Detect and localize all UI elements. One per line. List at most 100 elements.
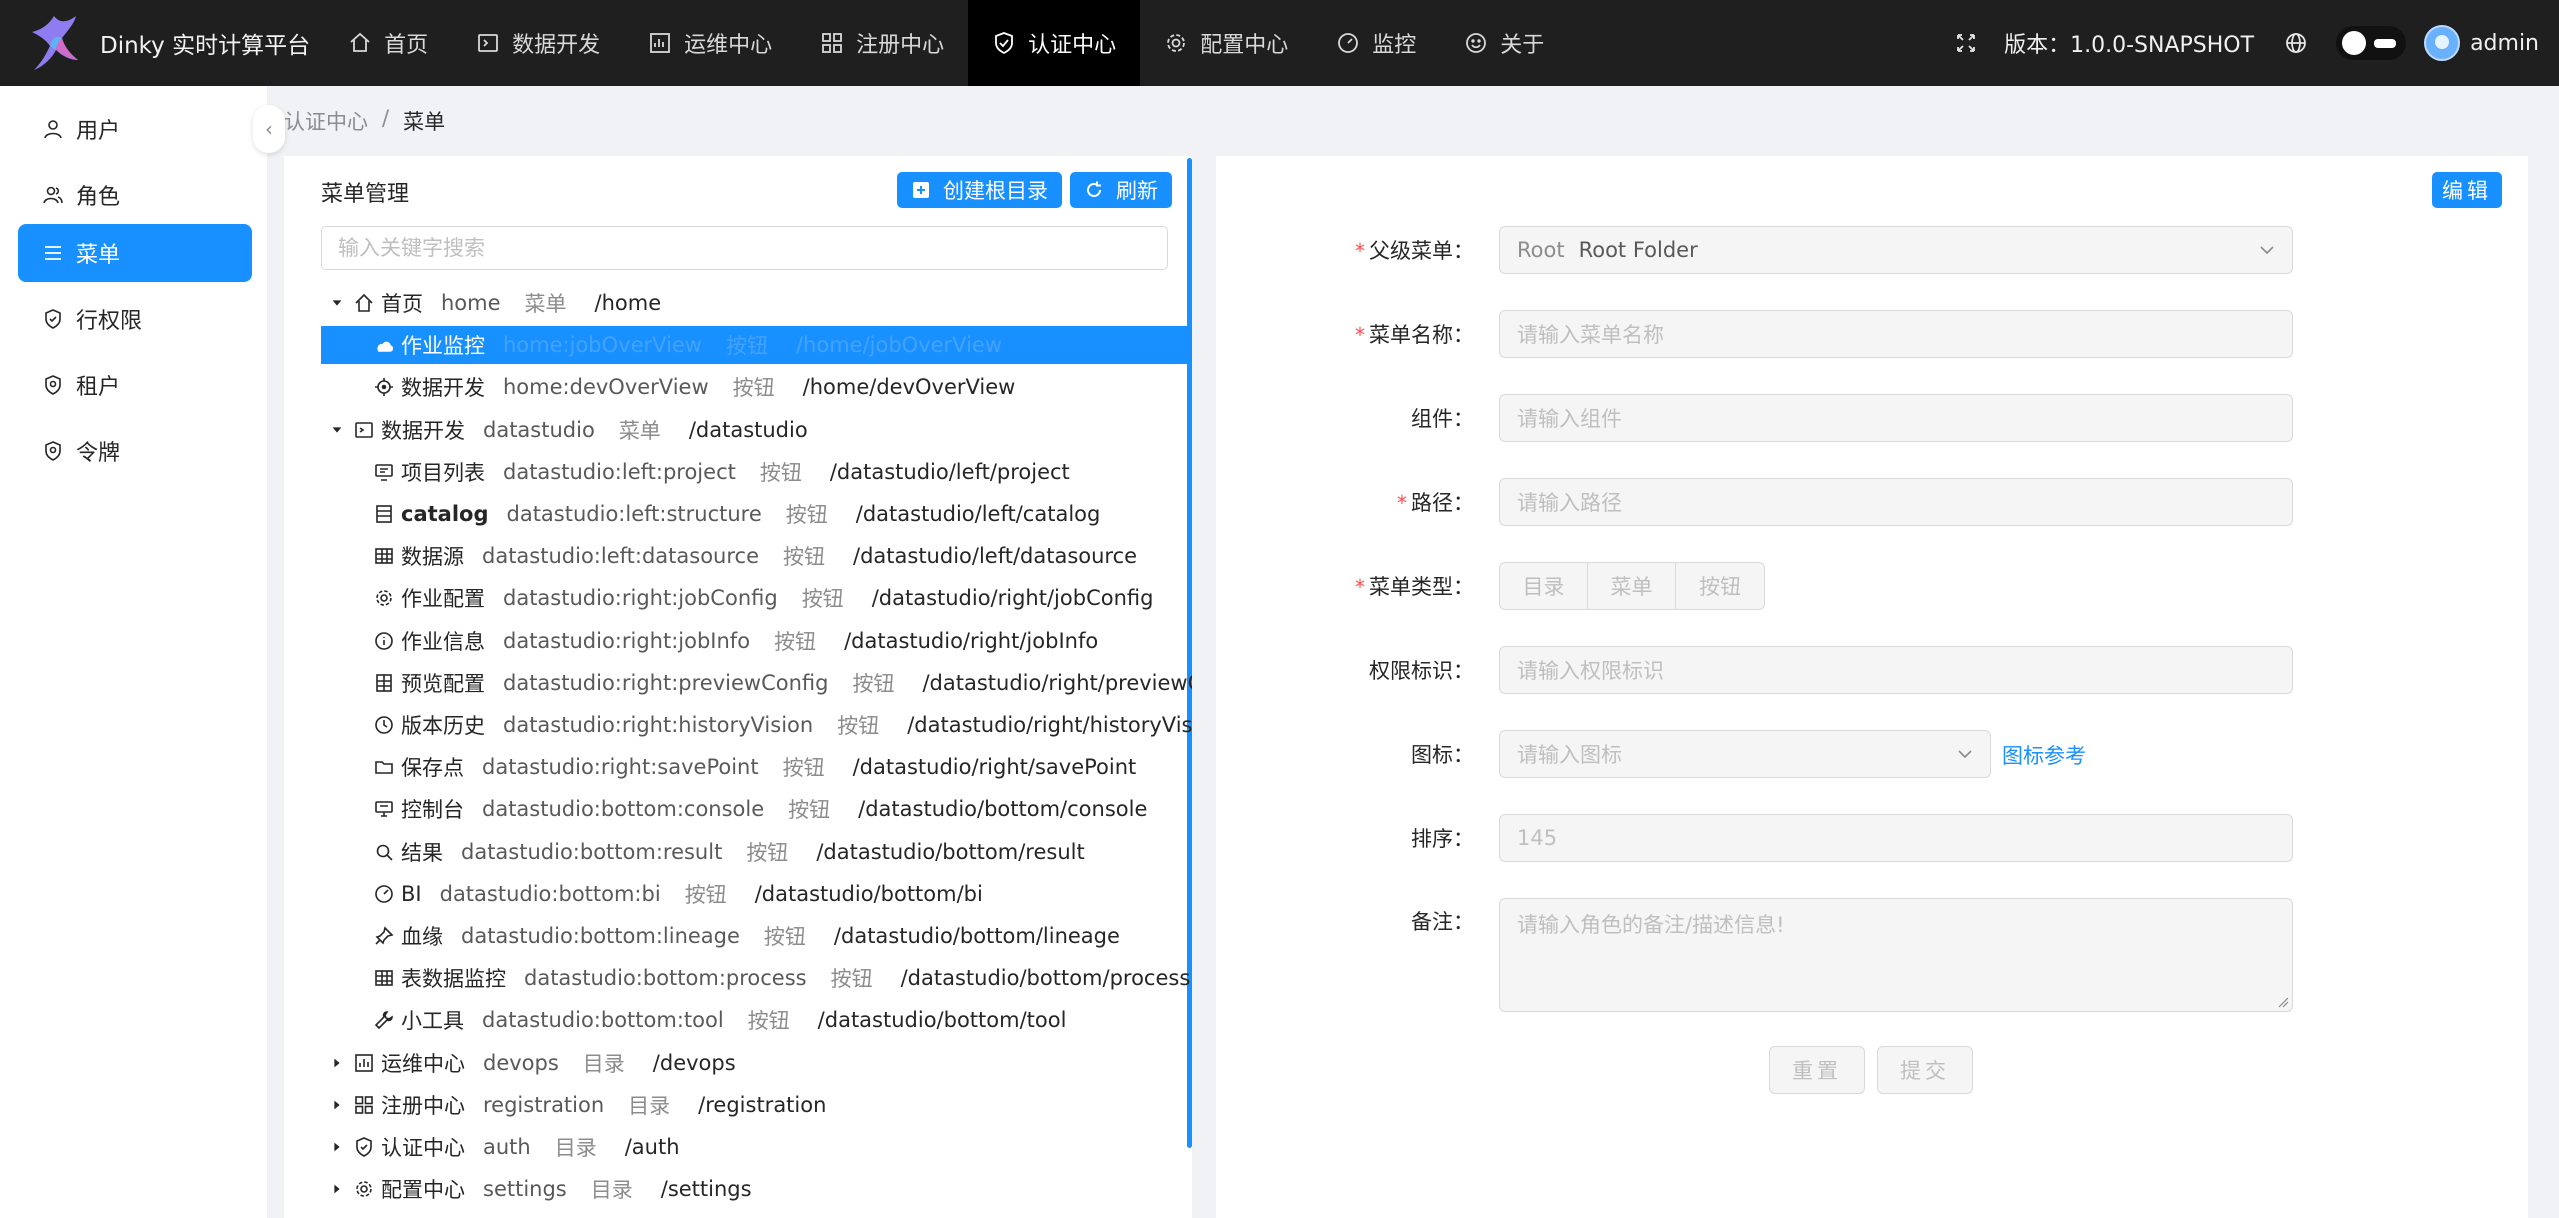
nav-item-monitor[interactable]: 监控: [1312, 0, 1440, 86]
nav-item-datastudio[interactable]: 数据开发: [452, 0, 624, 86]
edit-button[interactable]: 编辑: [2432, 172, 2502, 208]
tree-node[interactable]: 数据开发 home:devOverView 按钮/home/devOverView: [321, 368, 1187, 406]
tree-node[interactable]: 项目列表 datastudio:left:project 按钮/datastudio…: [321, 453, 1187, 491]
tree-switcher-spacer: [329, 1012, 345, 1028]
nav-item-auth[interactable]: 认证中心: [968, 0, 1141, 86]
menu-type-option-directory[interactable]: 目录: [1500, 563, 1588, 609]
tree-scrollbar[interactable]: [1187, 158, 1192, 1148]
tree-node[interactable]: 小工具 datastudio:bottom:tool 按钮/datastudio/b…: [321, 1001, 1187, 1039]
sidebar-item-tenant[interactable]: 租户: [18, 356, 252, 414]
sidebar-collapse-button[interactable]: ‹: [253, 105, 285, 153]
sidebar-item-token[interactable]: 令牌: [18, 422, 252, 480]
tree-node[interactable]: 版本历史 datastudio:right:historyVision 按钮/dat…: [321, 706, 1192, 744]
resize-handle-icon[interactable]: [2277, 996, 2289, 1008]
order-input[interactable]: 145: [1499, 814, 2293, 862]
tree-node[interactable]: 作业监控 home:jobOverView 按钮/home/jobOverView: [321, 326, 1187, 365]
tree-node-path: /datastudio: [688, 417, 808, 442]
caret-down-icon[interactable]: [329, 295, 345, 311]
caret-right-icon[interactable]: [329, 1181, 345, 1197]
tree-node-name: catalog: [401, 502, 489, 526]
tree-node-type: 按钮: [788, 798, 831, 823]
tree-switcher-spacer: [329, 717, 345, 733]
refresh-button[interactable]: 刷新: [1070, 172, 1172, 208]
tree-node-key: datastudio:left:datasource: [482, 544, 759, 569]
dinky-logo[interactable]: [26, 12, 82, 74]
fund-icon: [353, 1052, 375, 1074]
form-row-order: 排序： 145: [1216, 814, 2528, 862]
path-input[interactable]: 请输入路径: [1499, 478, 2293, 526]
reset-button[interactable]: 重置: [1769, 1046, 1865, 1094]
search-icon: [373, 841, 395, 863]
form-row-note: 备注： 请输入角色的备注/描述信息!: [1216, 898, 2528, 1012]
tree-node[interactable]: 控制台 datastudio:bottom:console 按钮/datastudi…: [321, 790, 1187, 828]
tree-node[interactable]: catalog datastudio:left:structure 按钮/datas…: [321, 495, 1187, 533]
moon-icon: [2374, 39, 2397, 48]
parent-menu-select[interactable]: Root Root Folder: [1499, 226, 2293, 274]
tree-node[interactable]: 作业信息 datastudio:right:jobInfo 按钮/datastudi…: [321, 622, 1187, 660]
tree-node[interactable]: 运维中心 devops 目录/devops: [321, 1044, 1187, 1082]
nav-item-home[interactable]: 首页: [324, 0, 452, 86]
create-root-button[interactable]: 创建根目录: [897, 172, 1062, 208]
menu-name-input[interactable]: 请输入菜单名称: [1499, 310, 2293, 358]
nav-item-registration[interactable]: 注册中心: [796, 0, 968, 86]
menu-type-option-button[interactable]: 按钮: [1676, 563, 1764, 609]
tree-node-name: 配置中心: [381, 1178, 465, 1203]
icon-select[interactable]: 请输入图标: [1499, 730, 1991, 778]
sidebar-item-menu[interactable]: 菜单: [18, 224, 252, 282]
tree-node-key: datastudio:bottom:console: [482, 797, 765, 822]
submit-button[interactable]: 提交: [1877, 1046, 1973, 1094]
tree-node-name: 小工具: [401, 1009, 464, 1034]
tree-node-key: datastudio:right:jobConfig: [503, 586, 778, 611]
tree-node-type: 菜单: [524, 292, 567, 316]
avatar[interactable]: [2424, 25, 2461, 61]
tree-node[interactable]: 数据开发 datastudio 菜单/datastudio: [321, 411, 1187, 449]
caret-right-icon[interactable]: [329, 1055, 345, 1071]
nav-item-devops[interactable]: 运维中心: [624, 0, 796, 86]
tree-node-path: /devops: [652, 1050, 736, 1075]
security-icon: [42, 440, 64, 462]
icon-reference-link[interactable]: 图标参考: [2002, 740, 2086, 770]
tree-node[interactable]: 血缘 datastudio:bottom:lineage 按钮/datastudio…: [321, 917, 1187, 955]
tree-node-type: 按钮: [830, 967, 873, 992]
tree-node[interactable]: 预览配置 datastudio:right:previewConfig 按钮/dat…: [321, 664, 1192, 702]
breadcrumb-parent[interactable]: 认证中心: [284, 106, 368, 136]
search-input[interactable]: [321, 226, 1168, 270]
perms-input[interactable]: 请输入权限标识: [1499, 646, 2293, 694]
tree-node-key: datastudio:bottom:bi: [439, 881, 661, 906]
sidebar-item-role[interactable]: 角色: [18, 166, 252, 224]
tree-node-path: /datastudio/left/catalog: [855, 502, 1101, 526]
tree-switcher-spacer: [329, 506, 345, 522]
tree-node-type: 按钮: [837, 714, 880, 738]
nav-item-about[interactable]: 关于: [1440, 0, 1568, 86]
caret-down-icon[interactable]: [329, 422, 345, 438]
required-mark: *: [1355, 575, 1365, 599]
tree-node[interactable]: 配置中心 settings 目录/settings: [321, 1170, 1187, 1208]
tree-node[interactable]: BI datastudio:bottom:bi 按钮/datastudio/bott…: [321, 875, 1187, 913]
sidebar-item-user[interactable]: 用户: [18, 100, 252, 158]
tree-node[interactable]: 首页 home 菜单/home: [321, 284, 1187, 322]
note-textarea[interactable]: 请输入角色的备注/描述信息!: [1499, 898, 2293, 1012]
sidebar-item-label: 角色: [76, 185, 121, 210]
shield-icon: [353, 1136, 375, 1158]
tree-node[interactable]: 表数据监控 datastudio:bottom:process 按钮/datastu…: [321, 959, 1190, 997]
fullscreen-icon[interactable]: [1954, 31, 1978, 55]
tree-node-name: 版本历史: [401, 714, 485, 738]
sidebar-item-row-permission[interactable]: 行权限: [18, 290, 252, 348]
tree-node[interactable]: 保存点 datastudio:right:savePoint 按钮/datastud…: [321, 748, 1187, 786]
theme-toggle[interactable]: [2336, 26, 2407, 60]
form-row-parent: * 父级菜单： Root Root Folder: [1216, 226, 2528, 274]
tree-node[interactable]: 数据源 datastudio:left:datasource 按钮/datastud…: [321, 537, 1187, 575]
tree-node[interactable]: 认证中心 auth 目录/auth: [321, 1128, 1187, 1166]
tree-node-key: datastudio:right:jobInfo: [503, 628, 751, 653]
component-input[interactable]: 请输入组件: [1499, 394, 2293, 442]
caret-right-icon[interactable]: [329, 1097, 345, 1113]
tree-node[interactable]: 结果 datastudio:bottom:result 按钮/datastudio/…: [321, 833, 1187, 871]
nav-item-settings[interactable]: 配置中心: [1140, 0, 1312, 86]
tree-node[interactable]: 注册中心 registration 目录/registration: [321, 1086, 1187, 1124]
user-name[interactable]: admin: [2470, 31, 2539, 56]
menu-type-option-menu[interactable]: 菜单: [1588, 563, 1676, 609]
tree-node[interactable]: 作业配置 datastudio:right:jobConfig 按钮/datastu…: [321, 579, 1187, 617]
caret-right-icon[interactable]: [329, 1139, 345, 1155]
global-icon[interactable]: [2284, 31, 2308, 55]
version-label: 版本：1.0.0-SNAPSHOT: [2004, 33, 2255, 58]
